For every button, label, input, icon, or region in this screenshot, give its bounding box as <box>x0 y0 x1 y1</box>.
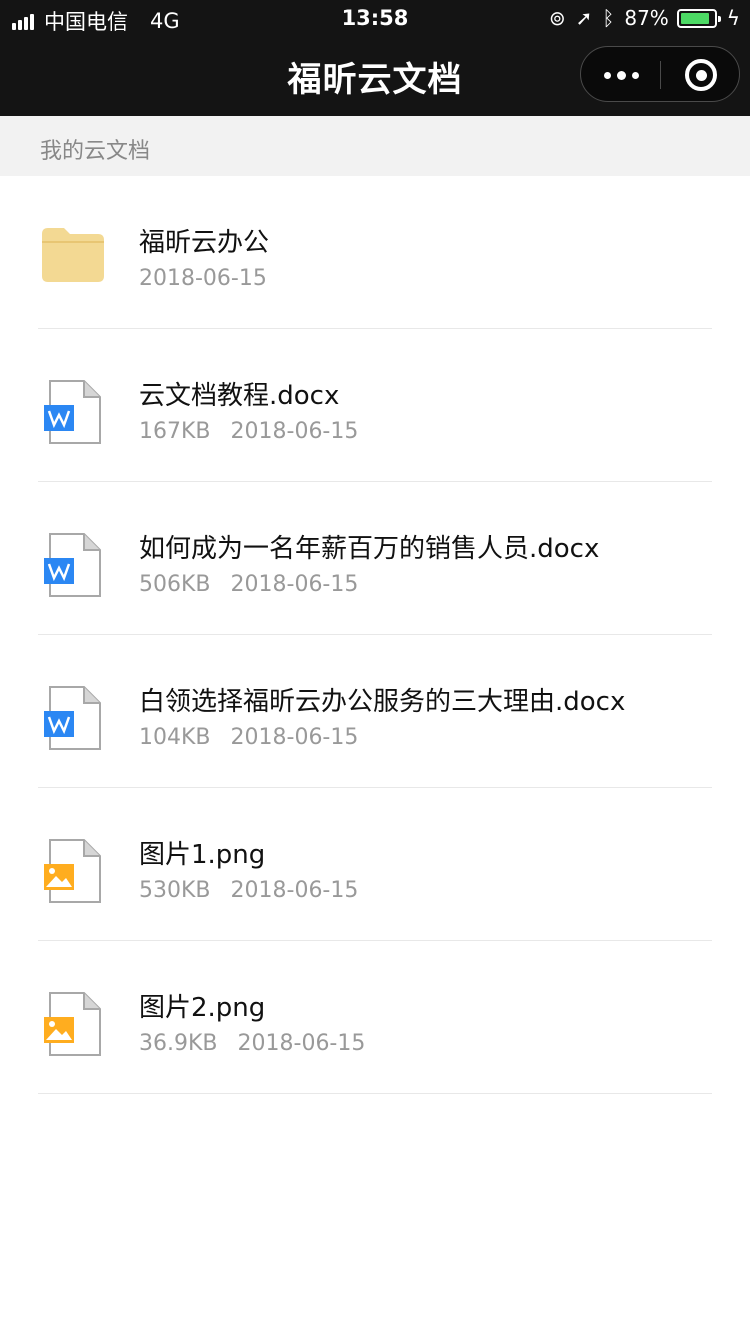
file-date: 2018-06-15 <box>230 419 359 444</box>
file-name: 如何成为一名年薪百万的销售人员.docx <box>139 534 600 564</box>
word-doc-icon <box>38 377 108 447</box>
top-bar: 中国电信 4G 13:58 ⊚ ➚ ᛒ 87% ϟ 福昕云文档 <box>0 0 750 116</box>
image-file-icon <box>38 989 108 1059</box>
mini-program-capsule <box>580 46 740 102</box>
section-label: 我的云文档 <box>40 139 151 164</box>
file-row-2[interactable]: 云文档教程.docx 167KB 2018-06-15 <box>38 329 712 482</box>
file-size: 506KB <box>139 572 211 597</box>
file-name: 白领选择福昕云办公服务的三大理由.docx <box>139 687 626 717</box>
image-file-icon <box>38 836 108 906</box>
battery-cap <box>717 15 721 22</box>
section-header: 我的云文档 <box>0 116 750 176</box>
file-size: 167KB <box>139 419 211 444</box>
word-doc-icon <box>38 530 108 600</box>
charging-icon: ϟ <box>726 6 740 30</box>
file-meta: 506KB 2018-06-15 <box>139 572 358 597</box>
file-meta: 530KB 2018-06-15 <box>139 878 358 903</box>
battery-icon <box>676 8 721 28</box>
file-size: 36.9KB <box>139 1031 218 1056</box>
file-list: 福昕云办公 2018-06-15 云文档教程.docx 167KB 2018-06… <box>38 176 712 1094</box>
file-meta: 104KB 2018-06-15 <box>139 725 358 750</box>
file-size: 530KB <box>139 878 211 903</box>
bluetooth-icon: ᛒ <box>602 6 615 30</box>
close-ring-icon[interactable] <box>661 47 741 103</box>
file-date: 2018-06-15 <box>230 878 359 903</box>
file-row-5[interactable]: 图片1.png 530KB 2018-06-15 <box>38 788 712 941</box>
file-meta: 36.9KB 2018-06-15 <box>139 1031 365 1056</box>
file-row-1[interactable]: 福昕云办公 2018-06-15 <box>38 176 712 329</box>
file-row-4[interactable]: 白领选择福昕云办公服务的三大理由.docx 104KB 2018-06-15 <box>38 635 712 788</box>
file-size: 104KB <box>139 725 211 750</box>
file-date: 2018-06-15 <box>230 572 359 597</box>
word-doc-icon <box>38 683 108 753</box>
lock-rotation-icon: ⊚ <box>548 6 566 30</box>
file-name: 云文档教程.docx <box>139 381 340 411</box>
file-name: 图片2.png <box>139 993 266 1023</box>
file-row-3[interactable]: 如何成为一名年薪百万的销售人员.docx 506KB 2018-06-15 <box>38 482 712 635</box>
more-dots-icon[interactable] <box>581 47 661 103</box>
file-date: 2018-06-15 <box>230 725 359 750</box>
status-bar: 中国电信 4G 13:58 ⊚ ➚ ᛒ 87% ϟ <box>0 0 750 40</box>
location-icon: ➚ <box>575 6 593 30</box>
file-meta: 2018-06-15 <box>139 266 267 291</box>
file-meta: 167KB 2018-06-15 <box>139 419 358 444</box>
file-name: 福昕云办公 <box>139 228 270 258</box>
file-name: 图片1.png <box>139 840 266 870</box>
battery-fill <box>680 12 709 24</box>
folder-icon <box>38 222 108 292</box>
battery-percent: 87% <box>624 6 669 30</box>
file-date: 2018-06-15 <box>139 266 267 291</box>
file-date: 2018-06-15 <box>237 1031 366 1056</box>
status-right: ⊚ ➚ ᛒ 87% ϟ <box>539 6 740 30</box>
file-row-6[interactable]: 图片2.png 36.9KB 2018-06-15 <box>38 941 712 1094</box>
